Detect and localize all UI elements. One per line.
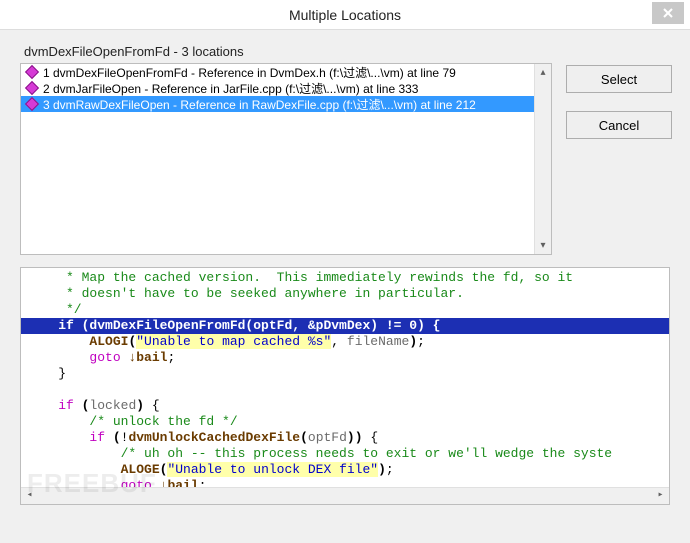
location-row[interactable]: 1 dvmDexFileOpenFromFd - Reference in Dv… (21, 64, 551, 80)
titlebar: Multiple Locations (0, 0, 690, 30)
code-line: * Map the cached version. This immediate… (21, 270, 669, 286)
diamond-icon (25, 66, 39, 78)
diamond-icon (25, 82, 39, 94)
scroll-left-icon[interactable]: ◂ (21, 488, 38, 505)
window-title: Multiple Locations (0, 7, 690, 23)
scroll-up-icon[interactable]: ▴ (535, 64, 551, 81)
code-line (21, 382, 669, 398)
location-row[interactable]: 2 dvmJarFileOpen - Reference in JarFile.… (21, 80, 551, 96)
code-line: goto ↓bail; (21, 478, 669, 487)
heading-label: dvmDexFileOpenFromFd - 3 locations (24, 44, 680, 59)
code-line: */ (21, 302, 669, 318)
locations-listbox[interactable]: 1 dvmDexFileOpenFromFd - Reference in Dv… (20, 63, 552, 255)
code-line: /* uh oh -- this process needs to exit o… (21, 446, 669, 462)
code-line: * doesn't have to be seeked anywhere in … (21, 286, 669, 302)
close-button[interactable] (652, 2, 684, 24)
code-line: ALOGI("Unable to map cached %s", fileNam… (21, 334, 669, 350)
code-line: } (21, 366, 669, 382)
code-line: if (locked) { (21, 398, 669, 414)
code-line: if (dvmDexFileOpenFromFd(optFd, &pDvmDex… (21, 318, 669, 334)
location-text: 2 dvmJarFileOpen - Reference in JarFile.… (43, 80, 418, 97)
code-hscrollbar[interactable]: ◂ ▸ (21, 487, 669, 504)
diamond-icon (25, 98, 39, 110)
code-preview: * Map the cached version. This immediate… (20, 267, 670, 505)
close-icon (663, 8, 673, 18)
code-line: goto ↓bail; (21, 350, 669, 366)
select-button[interactable]: Select (566, 65, 672, 93)
cancel-button[interactable]: Cancel (566, 111, 672, 139)
scroll-down-icon[interactable]: ▾ (535, 237, 551, 254)
location-row[interactable]: 3 dvmRawDexFileOpen - Reference in RawDe… (21, 96, 551, 112)
location-text: 3 dvmRawDexFileOpen - Reference in RawDe… (43, 96, 476, 113)
code-line: if (!dvmUnlockCachedDexFile(optFd)) { (21, 430, 669, 446)
code-line: ALOGE("Unable to unlock DEX file"); (21, 462, 669, 478)
code-line: /* unlock the fd */ (21, 414, 669, 430)
list-scrollbar[interactable]: ▴ ▾ (534, 64, 551, 254)
scroll-right-icon[interactable]: ▸ (652, 488, 669, 505)
location-text: 1 dvmDexFileOpenFromFd - Reference in Dv… (43, 64, 456, 81)
